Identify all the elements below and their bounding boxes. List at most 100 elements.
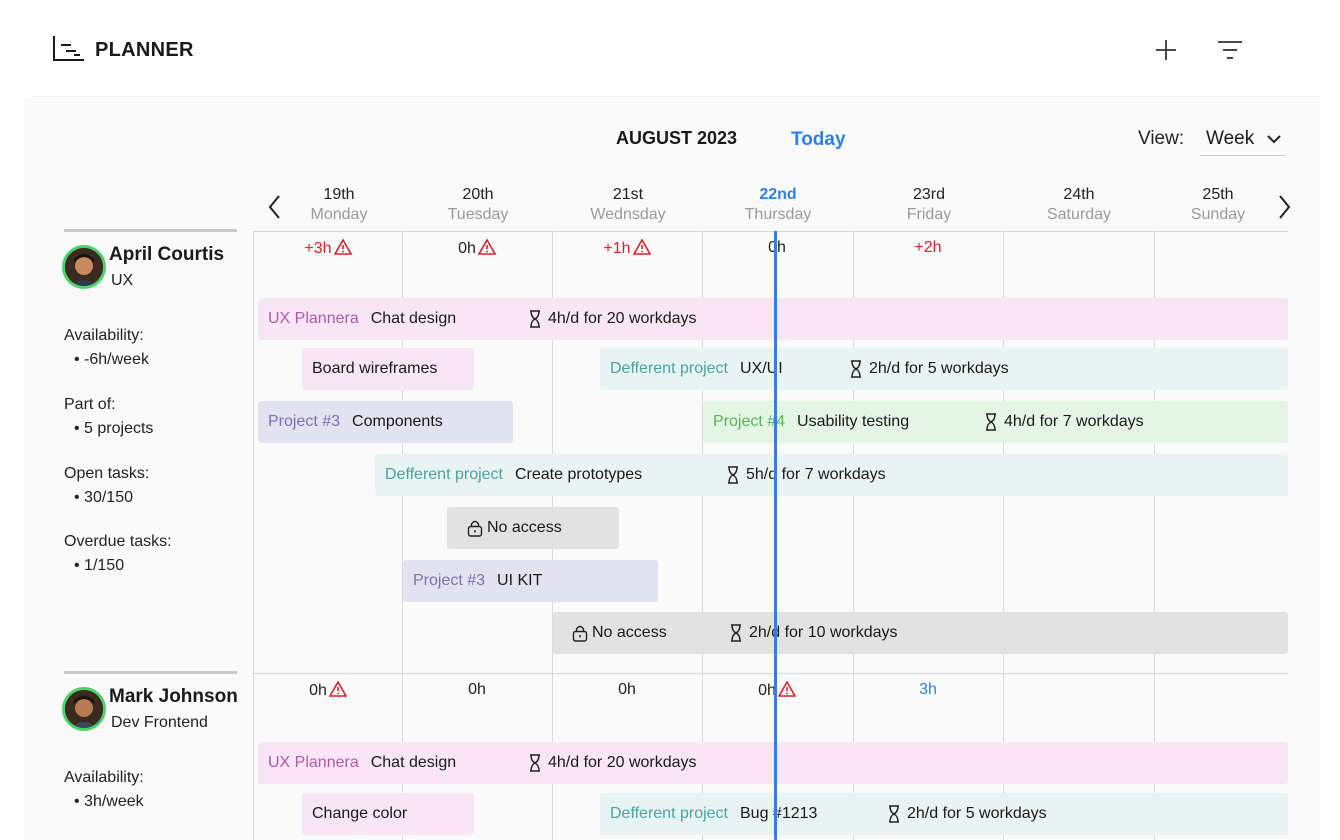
day-header: 21st Wednsday [553,186,703,224]
allocation-text: 5h/d for 7 workdays [746,466,886,483]
task-bar-locked[interactable]: No access 2h/d for 10 workdays [553,612,1288,654]
task-name: Create prototypes [515,466,643,483]
hourglass-icon [889,805,899,823]
day-date: 19th [323,186,355,203]
avatar-image [65,248,103,286]
avatar-image [65,690,103,728]
planner-logo-icon [53,36,84,61]
allocation: 4h/d for 20 workdays [528,754,697,772]
day-header: 23rd Friday [854,186,1004,224]
day-hours: 0h [702,239,852,257]
view-label: View: [1138,128,1185,149]
lock-icon [572,625,588,642]
availability-label: Availability: [64,769,144,786]
view-value: Week [1206,128,1255,149]
hours-value: +3h [304,240,332,257]
overdue-tasks-label: Overdue tasks: [64,533,172,550]
hourglass-icon [851,360,861,378]
task-bar[interactable]: Project #3 Components [258,401,513,443]
allocation: 2h/d for 5 workdays [887,805,1047,823]
availability-label: Availability: [64,327,144,344]
warning-icon [632,239,651,255]
day-hours: 0h [702,681,852,700]
day-hours: +1h [552,239,702,258]
day-header: 19th Monday [264,186,414,224]
open-tasks-label: Open tasks: [64,465,150,482]
allocation-text: 4h/d for 20 workdays [548,310,697,327]
add-icon[interactable] [1152,36,1180,64]
project-name: Project #3 [413,572,486,589]
view-select[interactable]: Week [1200,124,1286,156]
avatar[interactable] [62,687,106,731]
today-button[interactable]: Today [791,129,846,151]
allocation-text: 2h/d for 10 workdays [749,624,898,641]
day-date: 22nd [759,186,797,203]
task-name: Bug #1213 [740,805,818,822]
task-bar[interactable]: Defferent project Create prototypes 5h/d… [375,454,1288,496]
project-name: Project #3 [268,413,341,430]
hours-value: +1h [603,240,631,257]
avatar[interactable] [62,245,106,289]
day-hours: 0h [253,681,403,700]
app-title: PLANNER [95,39,194,61]
no-access: No access [572,624,667,642]
row-divider [253,673,1288,674]
person-name[interactable]: April Courtis [109,244,224,266]
no-access-text: No access [592,624,667,641]
person-divider [64,671,237,674]
task-bar[interactable]: UX Plannera Chat design 4h/d for 20 work… [258,742,1288,784]
hours-value: 0h [309,682,327,699]
task-bar-locked[interactable]: No access [447,507,619,549]
person-name[interactable]: Mark Johnson [109,686,238,708]
day-header: 25th Sunday [1143,186,1293,224]
allocation-text: 2h/d for 5 workdays [869,360,1009,377]
lock-icon [467,520,483,537]
open-tasks-value: • 30/150 [74,489,133,506]
part-of-label: Part of: [64,396,116,413]
task-bar[interactable]: Board wireframes [302,348,474,390]
project-name: Defferent project [610,805,728,822]
day-weekday: Wednsday [590,206,666,223]
day-weekday: Friday [906,206,952,223]
current-time-line [774,231,777,840]
no-access: No access [467,519,562,537]
project-name: Defferent project [385,466,503,483]
task-bar[interactable]: Change color [302,793,474,835]
hourglass-icon [728,466,738,484]
project-name: UX Plannera [268,754,359,771]
day-date: 24th [1063,186,1095,203]
task-name: Board wireframes [312,360,438,377]
task-bar[interactable]: Project #4 Usability testing 4h/d for 7 … [703,401,1288,443]
day-hours: +3h [253,239,403,258]
filter-icon[interactable] [1216,36,1244,64]
availability-value: • 3h/week [74,793,144,810]
allocation: 4h/d for 7 workdays [984,413,1144,431]
day-hours: 0h [402,239,552,258]
no-access-text: No access [487,519,562,536]
day-hours: 0h [402,681,552,699]
month-label: AUGUST 2023 [616,128,738,148]
project-name: Defferent project [610,360,728,377]
hourglass-icon [530,310,540,328]
warning-icon [777,681,796,697]
task-bar[interactable]: Project #3 UI KIT [403,560,658,602]
day-weekday: Sunday [1190,206,1246,223]
allocation: 4h/d for 20 workdays [528,310,697,328]
task-name: UI KIT [497,572,543,589]
day-hours: +2h [853,239,1003,257]
day-date: 21st [612,186,644,203]
top-bar [32,0,1320,97]
day-date: 23rd [912,186,946,203]
hours-value: 0h [468,681,486,698]
day-date: 25th [1202,186,1234,203]
task-bar[interactable]: UX Plannera Chat design 4h/d for 20 work… [258,298,1288,340]
warning-icon [328,681,347,697]
day-weekday: Thursday [744,206,812,223]
project-name: UX Plannera [268,310,359,327]
task-bar[interactable]: Defferent project UX/UI 2h/d for 5 workd… [600,348,1288,390]
overdue-tasks-value: • 1/150 [74,557,125,574]
task-bar[interactable]: Defferent project Bug #1213 2h/d for 5 w… [600,793,1288,835]
person-role: Dev Frontend [111,714,208,731]
hours-value: +2h [914,239,942,256]
day-weekday: Saturday [1046,206,1112,223]
